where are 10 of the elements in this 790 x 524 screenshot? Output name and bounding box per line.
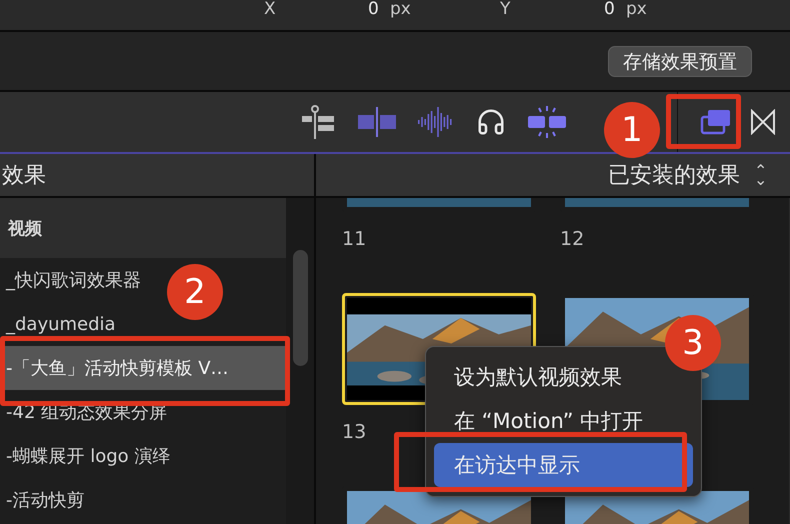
dropdown-arrows: ⌃⌄ bbox=[754, 166, 764, 184]
unit-label: px bbox=[626, 0, 647, 18]
effect-number: 12 bbox=[560, 228, 584, 250]
panel-title: 效果 bbox=[1, 162, 46, 190]
unit-label: px bbox=[390, 0, 411, 18]
axis-label: X bbox=[264, 0, 277, 18]
effect-number: 13 bbox=[342, 421, 366, 443]
section-header: 视频 bbox=[8, 218, 42, 240]
axis-label: Y bbox=[500, 0, 512, 18]
effect-number: 11 bbox=[342, 228, 366, 250]
